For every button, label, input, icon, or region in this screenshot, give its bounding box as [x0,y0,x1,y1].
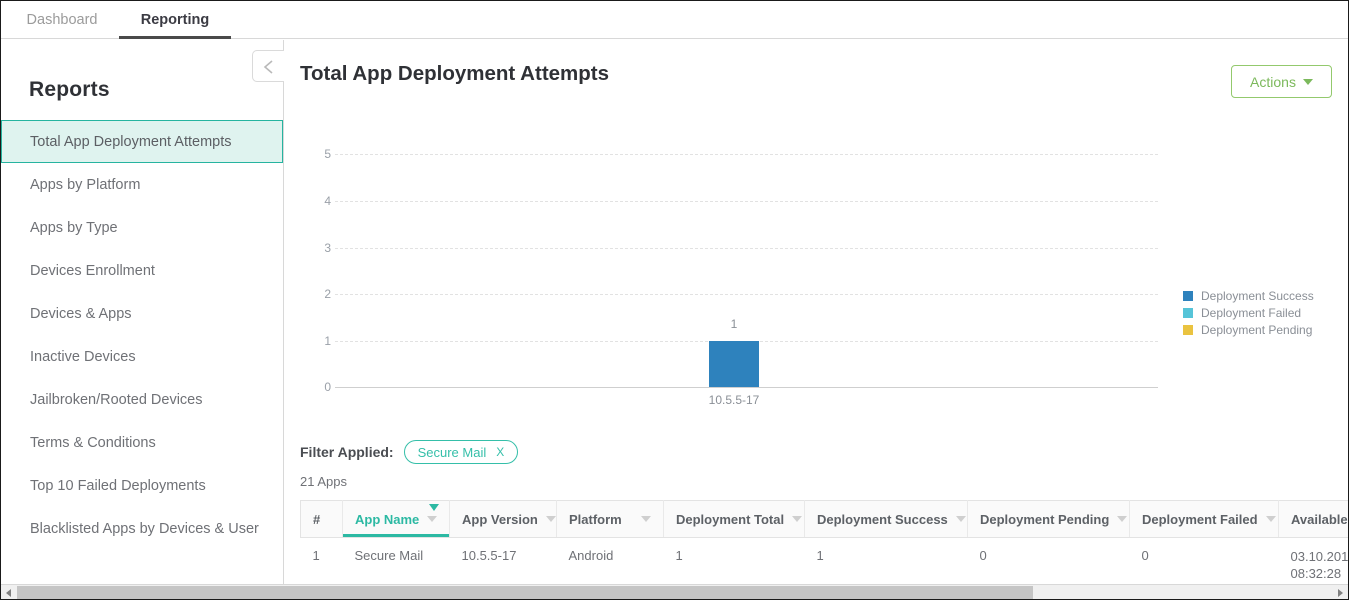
column-header-app-name[interactable]: App Name [343,501,450,538]
legend-item-deployment-pending[interactable]: Deployment Pending [1183,321,1314,338]
caret-down-icon [1303,79,1313,85]
app-count-label: 21 Apps [300,474,347,489]
filter-chip-label: Secure Mail [418,445,487,460]
y-tick-2: 2 [313,287,331,301]
column-header-deployment-failed[interactable]: Deployment Failed [1130,501,1279,538]
legend-label-pending: Deployment Pending [1201,323,1312,337]
cell-deployment-success: 1 [805,538,968,586]
sidebar-item-terms-and-conditions[interactable]: Terms & Conditions [1,421,283,464]
filter-applied-label: Filter Applied: [300,444,394,460]
filter-chip-remove-icon[interactable]: X [496,445,504,459]
column-label: # [313,512,320,527]
sidebar-item-devices-enrollment[interactable]: Devices Enrollment [1,249,283,292]
sidebar-title: Reports [1,40,283,102]
sidebar-item-inactive-devices[interactable]: Inactive Devices [1,335,283,378]
cell-app-version: 10.5.5-17 [450,538,557,586]
chevron-down-icon[interactable] [546,516,556,522]
chevron-down-icon[interactable] [427,516,437,522]
deployment-bar-chart: 0 1 2 3 4 5 1 10.5.5-17 Deployment Succe… [285,135,1348,360]
legend-label-failed: Deployment Failed [1201,306,1301,320]
sidebar-item-top-10-failed-deployments[interactable]: Top 10 Failed Deployments [1,464,283,507]
column-label: Deployment Pending [980,512,1109,527]
column-header-index[interactable]: # [301,501,343,538]
y-tick-4: 4 [313,194,331,208]
legend-swatch-pending [1183,325,1193,335]
legend-label-success: Deployment Success [1201,289,1314,303]
table-row[interactable]: 1 Secure Mail 10.5.5-17 Android 1 1 0 0 … [301,538,1349,586]
cell-deployment-total: 1 [664,538,805,586]
cell-deployment-pending: 0 [968,538,1130,586]
main-panel: Total App Deployment Attempts Actions 0 … [285,40,1348,585]
bar-deployment-success[interactable] [709,341,759,387]
sidebar-item-blacklisted-apps-by-devices-and-user[interactable]: Blacklisted Apps by Devices & User [1,507,283,550]
scroll-left-button[interactable] [1,585,17,599]
column-label: Available D [1291,512,1348,527]
chevron-down-icon[interactable] [1266,516,1276,522]
chart-legend: Deployment Success Deployment Failed Dep… [1183,287,1314,338]
table-header-row: # App Name App Version Platform [301,501,1349,538]
cell-available-date: 03.10.2017 08:32:28 [1279,538,1349,586]
arrow-right-icon [1338,589,1343,597]
cell-index: 1 [301,538,343,586]
actions-button[interactable]: Actions [1231,65,1332,98]
legend-item-deployment-success[interactable]: Deployment Success [1183,287,1314,304]
chevron-down-icon[interactable] [792,516,802,522]
column-label: App Version [462,512,538,527]
legend-item-deployment-failed[interactable]: Deployment Failed [1183,304,1314,321]
scrollbar-thumb[interactable] [17,586,1033,599]
column-header-deployment-success[interactable]: Deployment Success [805,501,968,538]
bar-value-label: 1 [704,317,764,331]
column-label: App Name [355,512,419,527]
chevron-down-icon[interactable] [1117,516,1127,522]
column-header-deployment-pending[interactable]: Deployment Pending [968,501,1130,538]
sidebar-item-devices-and-apps[interactable]: Devices & Apps [1,292,283,335]
app-window: Dashboard Reporting Reports Total App De… [0,0,1349,600]
y-tick-3: 3 [313,241,331,255]
horizontal-scrollbar[interactable] [1,584,1348,599]
arrow-left-icon [6,589,11,597]
actions-button-label: Actions [1250,74,1296,90]
column-header-app-version[interactable]: App Version [450,501,557,538]
tab-dashboard[interactable]: Dashboard [9,1,115,39]
available-time-value: 08:32:28 [1291,565,1349,582]
sidebar-item-apps-by-platform[interactable]: Apps by Platform [1,163,283,206]
legend-swatch-failed [1183,308,1193,318]
apps-table-scroll: # App Name App Version Platform [300,500,1348,585]
column-header-available-date[interactable]: Available D [1279,501,1349,538]
column-label: Deployment Total [676,512,784,527]
reports-sidebar: Reports Total App Deployment Attempts Ap… [1,40,284,585]
column-label: Platform [569,512,622,527]
chevron-down-icon[interactable] [641,516,651,522]
sidebar-item-apps-by-type[interactable]: Apps by Type [1,206,283,249]
chevron-down-icon[interactable] [956,516,966,522]
column-header-platform[interactable]: Platform [557,501,664,538]
scroll-right-button[interactable] [1332,585,1348,599]
cell-app-name: Secure Mail [343,538,450,586]
y-tick-5: 5 [313,147,331,161]
apps-table: # App Name App Version Platform [300,500,1348,585]
page-title: Total App Deployment Attempts [300,62,609,86]
chart-plot-area: 0 1 2 3 4 5 1 10.5.5-17 [335,135,1158,360]
top-tab-bar: Dashboard Reporting [1,1,1348,39]
column-label: Deployment Failed [1142,512,1258,527]
tab-reporting[interactable]: Reporting [119,1,231,39]
legend-swatch-success [1183,291,1193,301]
filter-chip-secure-mail[interactable]: Secure Mail X [404,440,519,464]
filter-flag-icon [429,504,439,511]
cell-platform: Android [557,538,664,586]
column-label: Deployment Success [817,512,948,527]
y-tick-1: 1 [313,334,331,348]
column-header-deployment-total[interactable]: Deployment Total [664,501,805,538]
filter-applied-row: Filter Applied: Secure Mail X [300,440,518,464]
sidebar-collapse-button[interactable] [252,50,284,82]
available-date-value: 03.10.2017 [1291,548,1349,565]
cell-deployment-failed: 0 [1130,538,1279,586]
y-tick-0: 0 [313,380,331,394]
sidebar-item-total-app-deployment-attempts[interactable]: Total App Deployment Attempts [1,120,283,163]
x-tick-label: 10.5.5-17 [679,393,789,407]
sidebar-item-jailbroken-rooted-devices[interactable]: Jailbroken/Rooted Devices [1,378,283,421]
sidebar-nav: Total App Deployment Attempts Apps by Pl… [1,120,283,550]
